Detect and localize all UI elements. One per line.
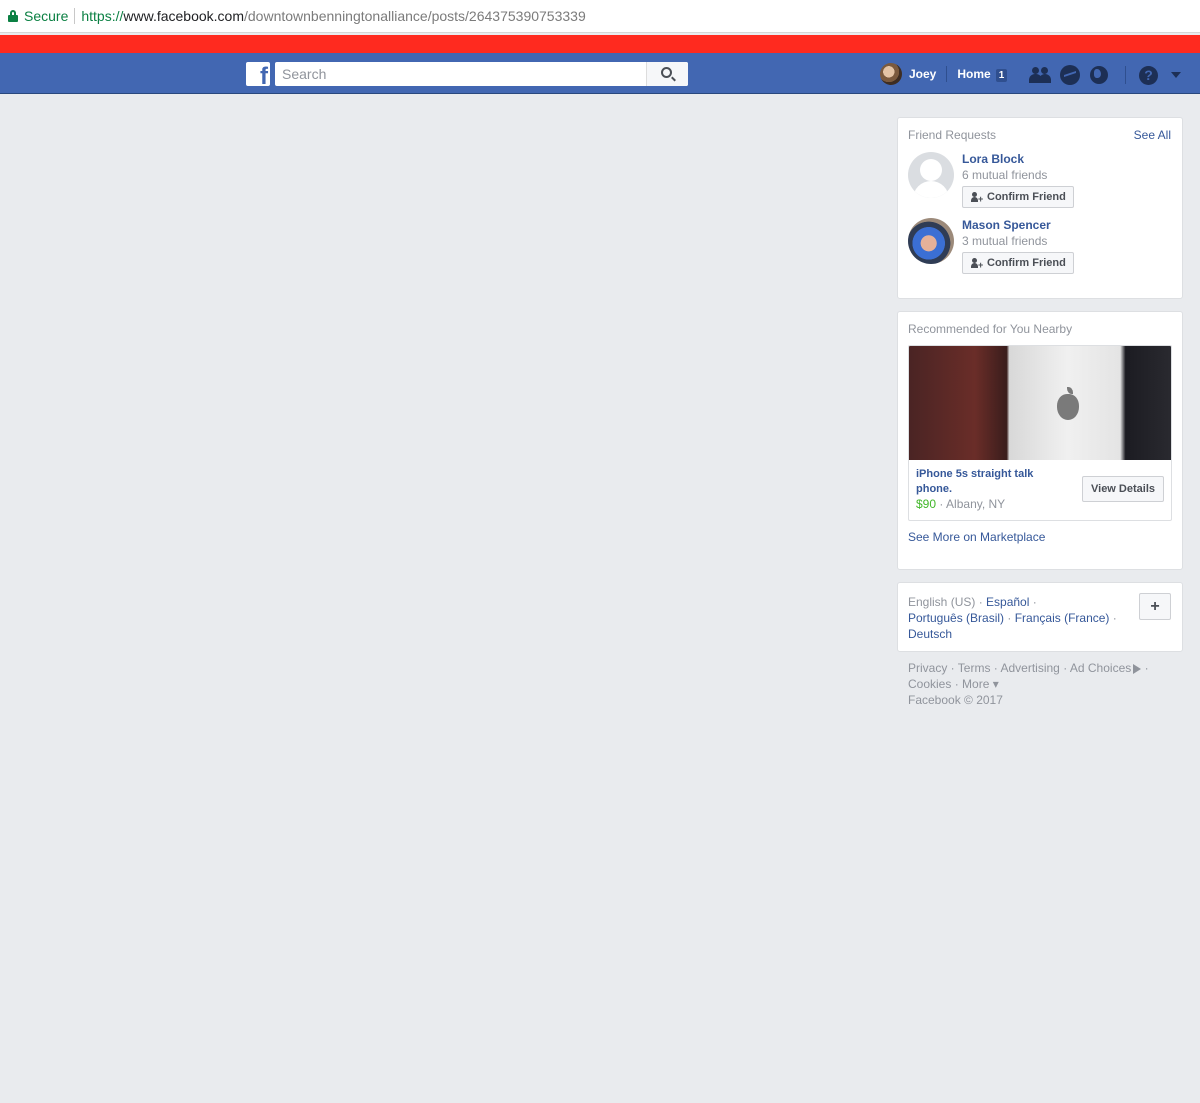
add-friend-icon: +: [971, 258, 983, 270]
search-button[interactable]: [646, 62, 688, 86]
secure-label: Secure: [24, 8, 69, 24]
confirm-friend-label: Confirm Friend: [987, 191, 1066, 203]
notifications-globe-icon[interactable]: [1090, 66, 1108, 84]
search-box: [275, 62, 688, 86]
browser-address-bar: Secure https:// www.facebook.com /downto…: [0, 0, 1200, 33]
recommended-title: Recommended for You Nearby: [908, 322, 1073, 336]
page-footer: Privacy · Terms · Advertising · Ad Choic…: [908, 661, 1149, 707]
friend-requests-icon[interactable]: [1029, 66, 1051, 84]
url-scheme: https://: [81, 8, 124, 24]
friend-request-item: Mason Spencer 3 mutual friends + Confirm…: [908, 218, 1168, 278]
recommended-nearby-card: Recommended for You Nearby iPhone 5s str…: [897, 311, 1183, 570]
marketplace-item[interactable]: iPhone 5s straight talk phone. $90 · Alb…: [908, 345, 1172, 521]
see-more-marketplace-link[interactable]: See More on Marketplace: [908, 530, 1045, 544]
friend-requests-card: Friend Requests See All Lora Block 6 mut…: [897, 117, 1183, 299]
url-host: www.facebook.com: [123, 8, 244, 24]
footer-link-cookies[interactable]: Cookies: [908, 677, 951, 691]
language-option[interactable]: Deutsch: [908, 627, 952, 641]
messenger-icon[interactable]: [1060, 65, 1080, 85]
search-input[interactable]: [275, 62, 646, 86]
language-option[interactable]: Español: [986, 595, 1029, 609]
confirm-friend-label: Confirm Friend: [987, 257, 1066, 269]
user-avatar[interactable]: [880, 63, 902, 85]
language-option[interactable]: Português (Brasil): [908, 611, 1004, 625]
see-all-link[interactable]: See All: [1134, 128, 1171, 142]
footer-copyright: Facebook © 2017: [908, 693, 1003, 707]
search-icon: [661, 67, 672, 78]
url-path: /downtownbenningtonalliance/posts/264375…: [244, 8, 586, 24]
friend-request-item: Lora Block 6 mutual friends + Confirm Fr…: [908, 152, 1168, 212]
marketplace-item-image[interactable]: [909, 346, 1171, 460]
nav-divider: [946, 66, 948, 82]
nav-divider: [1125, 66, 1126, 84]
account-menu-caret-icon[interactable]: [1171, 72, 1181, 78]
footer-link-more[interactable]: More: [962, 677, 989, 691]
view-details-button[interactable]: View Details: [1082, 476, 1164, 502]
home-link[interactable]: Home 1: [957, 66, 1008, 82]
footer-link-ad-choices[interactable]: Ad Choices: [1070, 661, 1131, 675]
add-friend-icon: +: [971, 192, 983, 204]
redacted-bookmarks-bar: [0, 35, 1200, 53]
marketplace-item-location: Albany, NY: [946, 497, 1006, 511]
language-card: English (US) · Español · Português (Bras…: [897, 582, 1183, 652]
footer-link-advertising[interactable]: Advertising: [1000, 661, 1059, 675]
confirm-friend-button[interactable]: + Confirm Friend: [962, 252, 1074, 274]
user-name-link[interactable]: Joey: [909, 67, 936, 81]
marketplace-item-meta: $90 · Albany, NY: [916, 497, 1006, 511]
add-language-button[interactable]: +: [1139, 593, 1171, 620]
friend-requests-title: Friend Requests: [908, 128, 997, 142]
nav-user-section: Joey Home 1: [880, 63, 1008, 85]
facebook-logo-icon[interactable]: f: [246, 62, 270, 89]
marketplace-item-price: $90: [916, 497, 937, 511]
marketplace-item-title[interactable]: iPhone 5s straight talk phone.: [916, 467, 1036, 497]
friend-request-name[interactable]: Mason Spencer: [962, 218, 1051, 232]
language-list: English (US) · Español · Português (Bras…: [908, 595, 1117, 641]
confirm-friend-button[interactable]: + Confirm Friend: [962, 186, 1074, 208]
friend-request-name[interactable]: Lora Block: [962, 152, 1024, 166]
home-label: Home: [957, 66, 991, 81]
avatar[interactable]: [908, 218, 954, 264]
facebook-top-bar: f Joey Home 1 ?: [0, 53, 1200, 94]
home-count-badge: 1: [995, 68, 1008, 82]
ad-choices-icon: [1133, 663, 1142, 674]
footer-link-privacy[interactable]: Privacy: [908, 661, 947, 675]
mutual-friends-link[interactable]: 6 mutual friends: [962, 168, 1047, 182]
help-icon[interactable]: ?: [1139, 65, 1158, 85]
apple-logo-icon: [1057, 387, 1079, 420]
lock-icon: [8, 10, 18, 22]
address-separator: [74, 8, 76, 24]
current-language: English (US): [908, 595, 976, 609]
language-option[interactable]: Français (France): [1015, 611, 1110, 625]
avatar[interactable]: [908, 152, 954, 198]
mutual-friends-link[interactable]: 3 mutual friends: [962, 234, 1047, 248]
footer-link-terms[interactable]: Terms: [958, 661, 991, 675]
address-field[interactable]: Secure https:// www.facebook.com /downto…: [0, 2, 1200, 30]
nav-icons: ?: [1029, 64, 1181, 86]
